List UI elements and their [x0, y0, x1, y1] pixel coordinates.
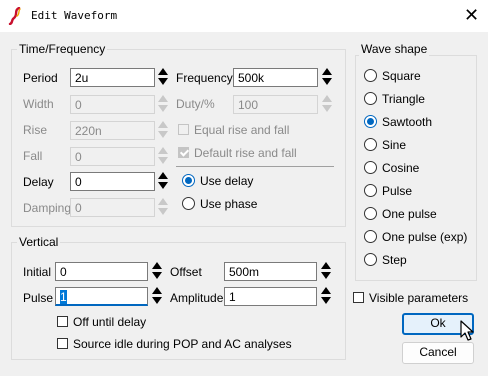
- wave-sawtooth-radio[interactable]: [364, 115, 377, 128]
- initial-input[interactable]: 0: [55, 262, 148, 281]
- wave-shape-legend: Wave shape: [359, 42, 430, 56]
- use-delay-radio[interactable]: [182, 174, 195, 187]
- delay-spinner[interactable]: [158, 172, 168, 190]
- duty-input[interactable]: 100: [233, 95, 318, 114]
- source-idle-checkbox[interactable]: [57, 338, 68, 349]
- equal-rise-fall-checkbox[interactable]: [178, 124, 189, 135]
- off-until-delay-label: Off until delay: [73, 315, 147, 329]
- width-spinner[interactable]: [158, 95, 168, 113]
- off-until-delay-checkbox[interactable]: [57, 316, 68, 327]
- wave-triangle-label: Triangle: [382, 92, 425, 106]
- pulse-value-selected: 1: [60, 290, 67, 304]
- wave-sawtooth-label: Sawtooth: [382, 115, 433, 129]
- visible-parameters-label: Visible parameters: [369, 291, 469, 305]
- equal-rise-fall-label: Equal rise and fall: [194, 123, 290, 137]
- wave-one-pulse-radio[interactable]: [364, 207, 377, 220]
- delay-phase-separator: [176, 166, 334, 167]
- wave-one-pulse-exp-label: One pulse (exp): [382, 230, 468, 244]
- time-frequency-legend: Time/Frequency: [17, 42, 108, 56]
- amplitude-label: Amplitude: [170, 291, 224, 305]
- wave-sine-radio[interactable]: [364, 138, 377, 151]
- pulse-spinner[interactable]: [152, 287, 162, 305]
- source-idle-label: Source idle during POP and AC analyses: [73, 337, 292, 351]
- offset-spinner[interactable]: [321, 262, 331, 280]
- offset-input[interactable]: 500m: [224, 262, 317, 281]
- amplitude-input[interactable]: 1: [224, 287, 317, 306]
- cancel-button[interactable]: Cancel: [402, 342, 474, 364]
- offset-label: Offset: [170, 265, 202, 279]
- fall-spinner[interactable]: [158, 147, 168, 165]
- initial-label: Initial: [23, 265, 52, 279]
- close-icon[interactable]: ✕: [464, 6, 479, 24]
- rise-label: Rise: [23, 123, 48, 137]
- duty-label: Duty/%: [176, 97, 215, 111]
- period-spinner[interactable]: [158, 68, 168, 86]
- width-input[interactable]: 0: [70, 95, 155, 114]
- pulse-input[interactable]: 1: [55, 287, 148, 306]
- wave-one-pulse-exp-radio[interactable]: [364, 230, 377, 243]
- default-rise-fall-label: Default rise and fall: [194, 146, 297, 160]
- period-label: Period: [23, 71, 58, 85]
- wave-square-radio[interactable]: [364, 69, 377, 82]
- frequency-input[interactable]: 500k: [233, 68, 318, 87]
- wave-square-label: Square: [382, 69, 421, 83]
- damping-spinner[interactable]: [158, 198, 168, 216]
- wave-pulse-radio[interactable]: [364, 184, 377, 197]
- wave-pulse-label: Pulse: [382, 184, 413, 198]
- wave-cosine-radio[interactable]: [364, 161, 377, 174]
- width-label: Width: [23, 97, 54, 111]
- app-icon: [8, 6, 24, 26]
- frequency-spinner[interactable]: [322, 68, 332, 86]
- fall-input[interactable]: 0: [70, 147, 155, 166]
- damping-label: Damping: [23, 201, 72, 215]
- wave-one-pulse-label: One pulse: [382, 207, 437, 221]
- duty-spinner[interactable]: [322, 95, 332, 113]
- damping-input[interactable]: 0: [70, 198, 155, 217]
- wave-step-label: Step: [382, 253, 407, 267]
- period-input[interactable]: 2u: [70, 68, 155, 87]
- pulse-label: Pulse: [23, 291, 54, 305]
- rise-input[interactable]: 220n: [70, 121, 155, 140]
- fall-label: Fall: [23, 149, 43, 163]
- amplitude-spinner[interactable]: [321, 287, 331, 305]
- use-phase-label: Use phase: [200, 197, 258, 211]
- use-delay-label: Use delay: [200, 174, 254, 188]
- window-title: Edit Waveform: [31, 9, 118, 22]
- delay-input[interactable]: 0: [70, 172, 155, 191]
- rise-spinner[interactable]: [158, 121, 168, 139]
- visible-parameters-checkbox[interactable]: [353, 292, 364, 303]
- default-rise-fall-checkbox[interactable]: [178, 147, 189, 158]
- wave-step-radio[interactable]: [364, 253, 377, 266]
- initial-spinner[interactable]: [152, 262, 162, 280]
- delay-label: Delay: [23, 175, 54, 189]
- wave-triangle-radio[interactable]: [364, 92, 377, 105]
- use-phase-radio[interactable]: [182, 197, 195, 210]
- frequency-label: Frequency: [176, 71, 233, 85]
- wave-cosine-label: Cosine: [382, 161, 420, 175]
- vertical-legend: Vertical: [17, 235, 61, 249]
- wave-sine-label: Sine: [382, 138, 407, 152]
- mouse-cursor-icon: [460, 320, 476, 342]
